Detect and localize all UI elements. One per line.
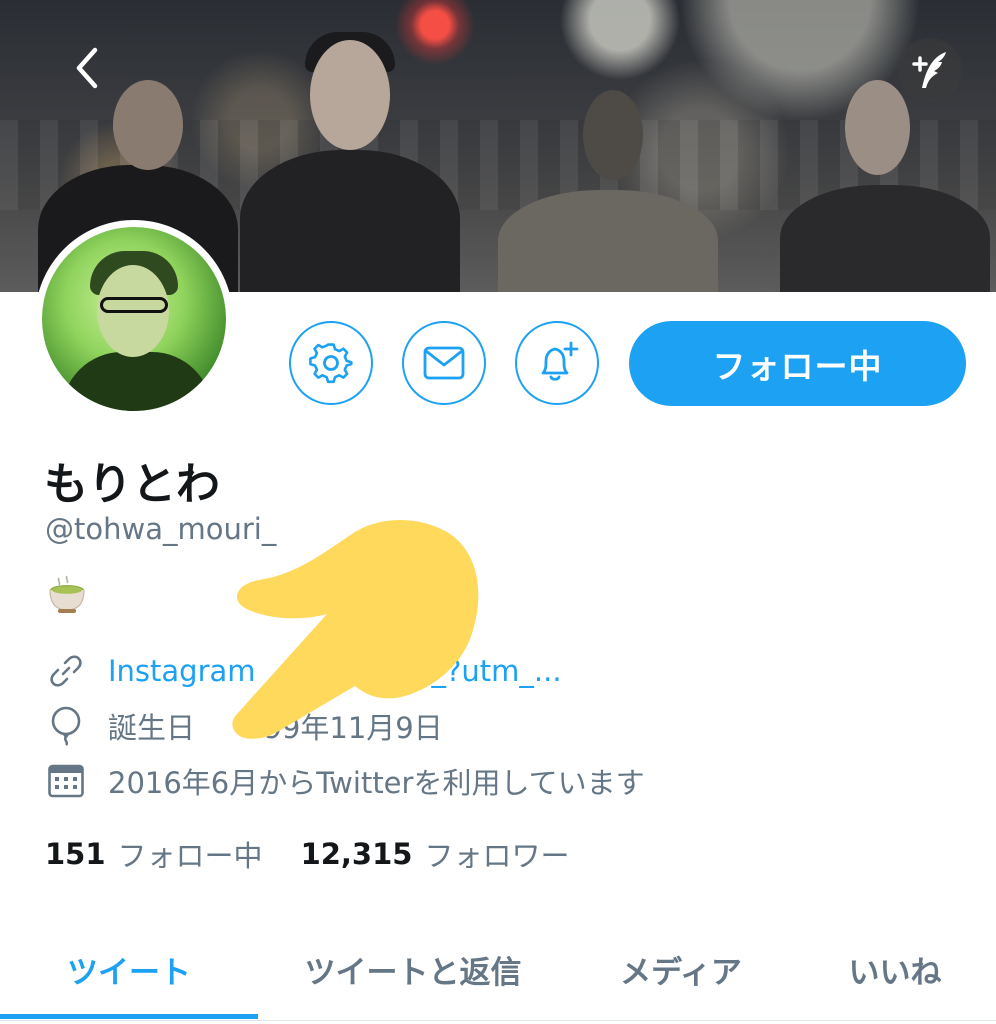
envelope-icon [423,346,465,380]
balloon-icon [46,706,86,746]
bio-tea-icon [45,572,89,616]
message-button[interactable] [402,321,486,405]
tab-tweets[interactable]: ツイート [0,920,258,1018]
tab-tweets-and-replies[interactable]: ツイートと返信 [258,920,568,1018]
header-person-4 [780,80,990,292]
following-count: 151 [45,837,106,871]
followers-stat[interactable]: 12,315 フォロワー [301,833,570,875]
followers-label: フォロワー [424,839,570,873]
pointing-finger-overlay [232,520,479,739]
tab-likes[interactable]: いいね [794,920,996,1018]
joined-date-text: 2016年6月からTwitterを利用しています [108,766,645,800]
compose-tweet-button[interactable] [898,38,962,102]
notifications-button[interactable] [515,321,599,405]
header-person-3 [498,90,718,292]
profile-tabs: ツイート ツイートと返信 メディア いいね [0,920,996,1021]
header-person-2 [240,32,460,292]
following-button[interactable]: フォロー中 [629,321,966,406]
followers-count: 12,315 [300,837,413,871]
active-tab-indicator [0,1014,258,1019]
calendar-icon [46,761,86,801]
follow-stats: 151 フォロー中 12,315 フォロワー [45,833,570,875]
following-label: フォロー中 [117,839,263,873]
tab-media[interactable]: メディア [568,920,794,1018]
gear-icon [309,343,353,384]
profile-avatar[interactable] [35,220,233,418]
compose-quill-icon [912,52,946,88]
link-icon [46,651,86,691]
back-button[interactable] [54,36,118,100]
bell-plus-icon [541,341,579,381]
joined-date-row: 2016年6月からTwitterを利用しています [46,761,645,801]
settings-button[interactable] [289,321,373,405]
following-stat[interactable]: 151 フォロー中 [45,833,263,875]
display-name: もりとわ [44,459,220,510]
avatar-photo [42,227,226,411]
chevron-left-icon [76,47,98,89]
